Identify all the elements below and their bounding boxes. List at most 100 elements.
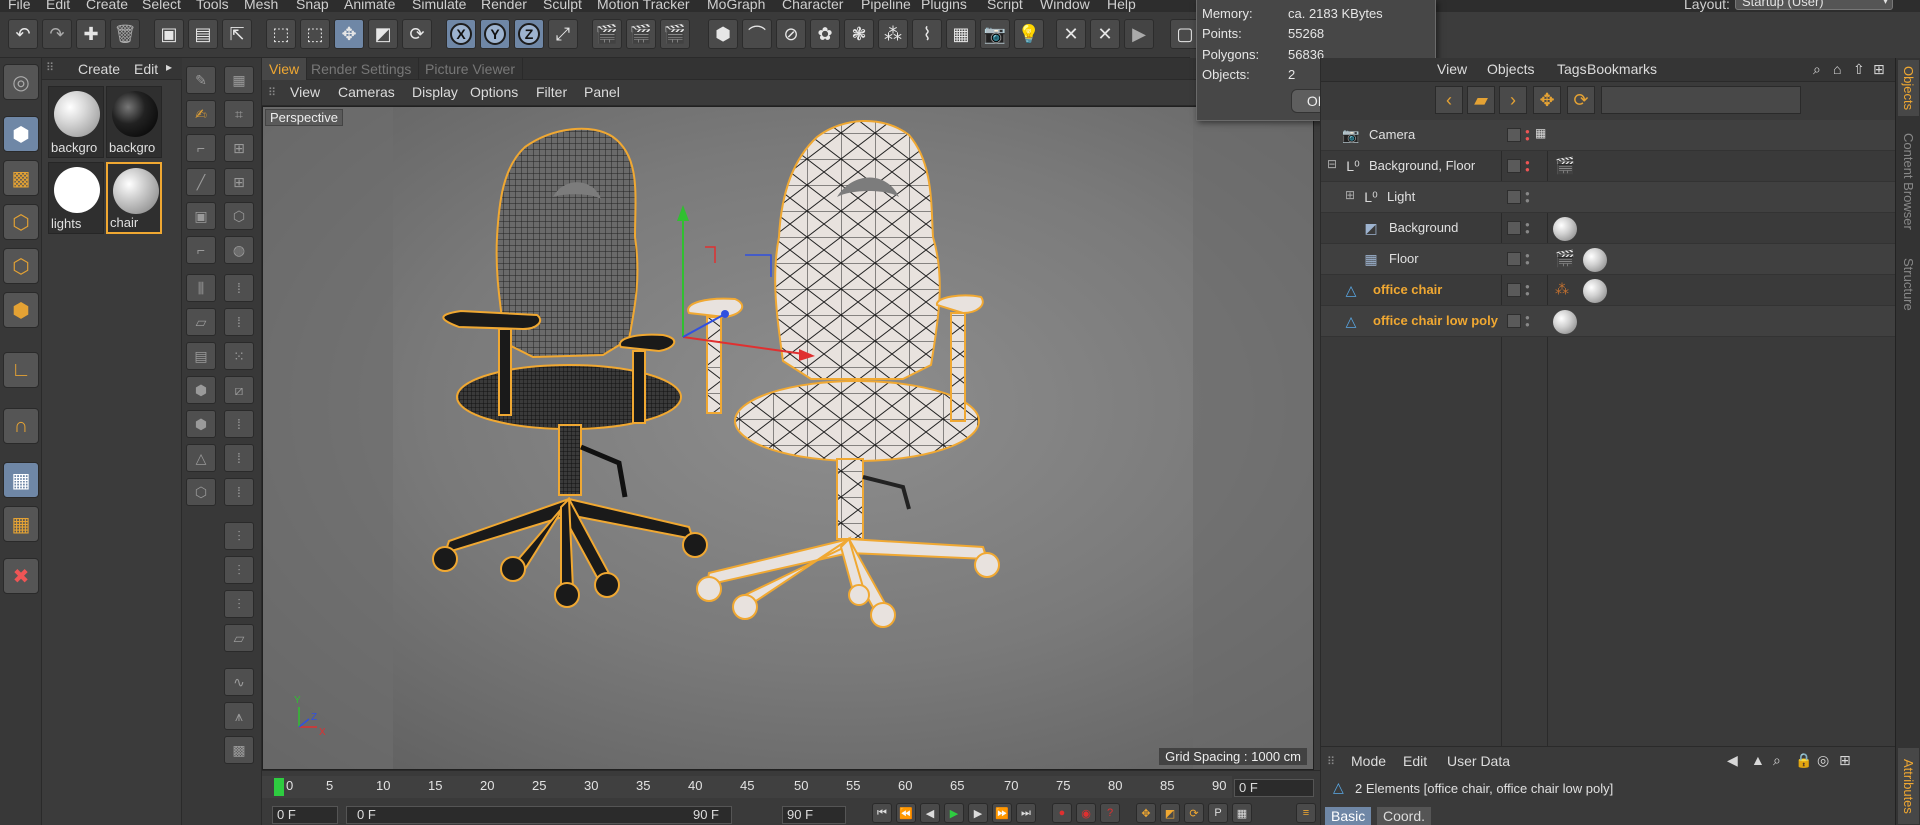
- record-keys-icon[interactable]: ●: [1052, 803, 1072, 823]
- clapper-tag-icon[interactable]: 🎬: [1555, 156, 1575, 176]
- dots-grid-icon[interactable]: ⁞: [224, 308, 254, 336]
- preview-range-slider[interactable]: 0 F 90 F: [346, 806, 732, 824]
- texture-mode-icon[interactable]: ▩: [3, 160, 39, 196]
- snap-steps-icon[interactable]: ⫶: [224, 590, 254, 618]
- up-arrow-icon[interactable]: ⇧: [1853, 61, 1865, 78]
- point-grid-icon[interactable]: ⁙: [224, 342, 254, 370]
- render-view-icon[interactable]: 🎬: [592, 19, 622, 49]
- menu-character[interactable]: Character: [782, 0, 843, 12]
- visibility-toggle[interactable]: [1507, 159, 1521, 173]
- menu-edit[interactable]: Edit: [46, 0, 70, 12]
- step-forward-icon[interactable]: ▶: [968, 803, 988, 823]
- dots-grid-icon[interactable]: ⁞: [224, 274, 254, 302]
- timeline-menu-icon[interactable]: ≡: [1296, 803, 1316, 823]
- plane-tool-icon[interactable]: ▱: [186, 308, 216, 336]
- workplane-icon[interactable]: ∟: [3, 352, 39, 388]
- object-row-background[interactable]: ◩ Background ● ●: [1321, 213, 1896, 244]
- om-menu-tags[interactable]: Tags: [1557, 61, 1587, 77]
- light-icon[interactable]: 💡: [1014, 19, 1044, 49]
- paint-tool-icon[interactable]: ✍: [186, 100, 216, 128]
- material-swatch-chair[interactable]: chair: [106, 162, 162, 234]
- camera-label[interactable]: Perspective: [265, 109, 343, 126]
- new-panel-icon[interactable]: ⊞: [1839, 752, 1851, 769]
- play-forward-icon[interactable]: ▶: [944, 803, 964, 823]
- edges-mode-icon[interactable]: ⬡: [3, 248, 39, 284]
- render-dots[interactable]: ● ●: [1525, 314, 1533, 329]
- viewport-menu-options[interactable]: Options: [470, 84, 518, 100]
- cylinder-tool-icon[interactable]: ⬢: [186, 410, 216, 438]
- side-tab-content-browser[interactable]: Content Browser: [1898, 120, 1919, 242]
- menu-plugins[interactable]: Plugins: [921, 0, 967, 12]
- move-tool-icon[interactable]: ✥: [334, 19, 364, 49]
- search-icon[interactable]: ⌕: [1813, 61, 1821, 78]
- align-tool-icon[interactable]: ⊞: [224, 134, 254, 162]
- rotate-icon[interactable]: ⟳: [1567, 86, 1595, 114]
- viewport-menu-view[interactable]: View: [290, 84, 320, 100]
- array-icon[interactable]: ✿: [810, 19, 840, 49]
- rectangle-selection-icon[interactable]: ⬚: [300, 19, 330, 49]
- go-to-end-icon[interactable]: ⏭: [1016, 803, 1036, 823]
- y-axis-lock-button[interactable]: Y: [480, 19, 510, 49]
- toolbar-more-icon[interactable]: ▶: [1124, 19, 1154, 49]
- box-outline-icon[interactable]: ⬡: [186, 478, 216, 506]
- table-tool-icon[interactable]: ▤: [186, 342, 216, 370]
- redo-icon[interactable]: ↷: [42, 19, 72, 49]
- visibility-toggle[interactable]: [1507, 314, 1521, 328]
- step-back-icon[interactable]: ◀: [920, 803, 940, 823]
- menu-animate[interactable]: Animate: [344, 0, 395, 12]
- planar-workplane-icon[interactable]: ▦: [3, 506, 39, 542]
- points-mode-icon[interactable]: ⬡: [3, 204, 39, 240]
- menu-pipeline[interactable]: Pipeline: [861, 0, 911, 12]
- object-row-office-chair-low-poly[interactable]: △ office chair low poly ● ●: [1321, 306, 1896, 337]
- key-position-icon[interactable]: ✥: [1136, 803, 1156, 823]
- visibility-toggle[interactable]: [1507, 252, 1521, 266]
- sculpt-spike-icon[interactable]: ⩚: [224, 702, 254, 730]
- sculpt-wave-icon[interactable]: ∿: [224, 668, 254, 696]
- new-object-icon[interactable]: ✚: [76, 19, 106, 49]
- tool-x-icon[interactable]: ✕: [1056, 19, 1086, 49]
- visibility-toggle[interactable]: [1507, 221, 1521, 235]
- render-dots[interactable]: ● ●: [1525, 252, 1533, 267]
- x-axis-lock-button[interactable]: X: [446, 19, 476, 49]
- menu-render[interactable]: Render: [481, 0, 527, 12]
- attr-menu-mode[interactable]: Mode: [1351, 753, 1386, 769]
- object-name[interactable]: Camera: [1369, 127, 1415, 142]
- coordinate-system-icon[interactable]: ⤢: [548, 19, 578, 49]
- phong-tag-icon[interactable]: ⁂: [1555, 281, 1569, 298]
- snap-steps-icon[interactable]: ⫶: [224, 522, 254, 550]
- menu-create[interactable]: Create: [86, 0, 128, 12]
- object-name[interactable]: office chair low poly: [1373, 313, 1498, 328]
- object-row-floor[interactable]: ▦ Floor ● ● 🎬: [1321, 244, 1896, 275]
- mograph-icon[interactable]: ⁂: [878, 19, 908, 49]
- export-icon[interactable]: ⇱: [222, 19, 252, 49]
- home-icon[interactable]: ⌂: [1833, 61, 1841, 77]
- side-tab-objects[interactable]: Objects: [1898, 60, 1919, 116]
- render-dots[interactable]: ● ●: [1525, 159, 1533, 174]
- dots-grid-icon[interactable]: ⁞: [224, 444, 254, 472]
- z-axis-lock-button[interactable]: Z: [514, 19, 544, 49]
- floor-icon[interactable]: ▦: [946, 19, 976, 49]
- object-row-camera[interactable]: 📷 Camera ● ● ▦: [1321, 120, 1896, 151]
- sphere-wire-icon[interactable]: ◍: [224, 236, 254, 264]
- back-arrow-icon[interactable]: ‹: [1435, 86, 1463, 114]
- object-name[interactable]: Background: [1389, 220, 1458, 235]
- tab-picture-viewer[interactable]: Picture Viewer: [418, 58, 524, 80]
- bend-tool-icon[interactable]: ⌐: [186, 236, 216, 264]
- menu-mograph[interactable]: MoGraph: [707, 0, 765, 12]
- keyframe-selection-icon[interactable]: ?: [1100, 803, 1120, 823]
- playhead[interactable]: [274, 778, 284, 796]
- side-tab-structure[interactable]: Structure: [1898, 246, 1919, 322]
- material-tag[interactable]: [1553, 217, 1577, 241]
- menu-file[interactable]: File: [8, 0, 31, 12]
- cone-tool-icon[interactable]: △: [186, 444, 216, 472]
- previous-key-icon[interactable]: ⏪: [896, 803, 916, 823]
- collapse-icon[interactable]: ⊟: [1327, 157, 1337, 171]
- end-frame-field[interactable]: 90 F: [782, 806, 846, 824]
- material-swatch-background[interactable]: backgro: [48, 86, 104, 158]
- move-icon[interactable]: ✥: [1533, 86, 1561, 114]
- viewport-menu-filter[interactable]: Filter: [536, 84, 567, 100]
- object-name[interactable]: Floor: [1389, 251, 1419, 266]
- cube-icon[interactable]: ⬢: [708, 19, 738, 49]
- attr-menu-user-data[interactable]: User Data: [1447, 753, 1510, 769]
- menu-tools[interactable]: Tools: [196, 0, 229, 12]
